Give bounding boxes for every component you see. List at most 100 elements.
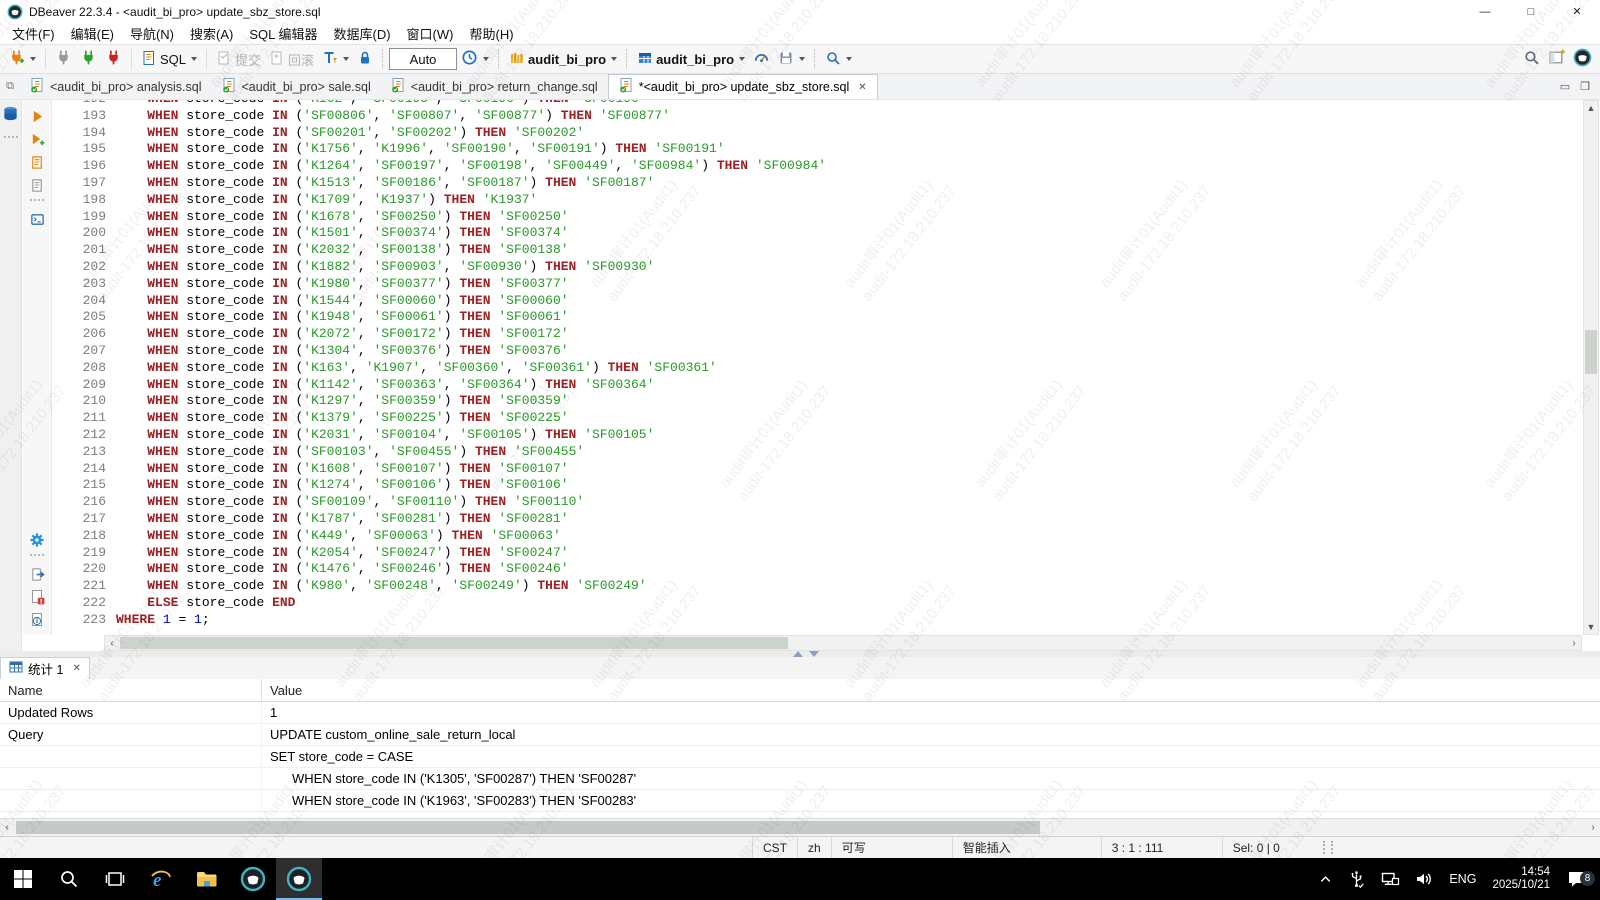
code-line[interactable]: 192 WHEN store_code IN ('K162', 'SF00195… <box>56 100 1582 108</box>
taskbar-search-icon[interactable] <box>46 858 92 900</box>
code-line[interactable]: 198 WHEN store_code IN ('K1709', 'K1937'… <box>56 192 1582 209</box>
usb-tray-icon[interactable] <box>1340 870 1373 889</box>
scroll-down-icon[interactable]: ▼ <box>1584 620 1598 634</box>
dbeaver-taskbar-icon[interactable] <box>230 858 276 900</box>
code-line[interactable]: 217 WHEN store_code IN ('K1787', 'SF0028… <box>56 511 1582 528</box>
code-line[interactable]: 206 WHEN store_code IN ('K2072', 'SF0017… <box>56 326 1582 343</box>
minimize-view-icon[interactable]: ▭ <box>1560 80 1570 93</box>
code-line[interactable]: 215 WHEN store_code IN ('K1274', 'SF0010… <box>56 477 1582 494</box>
results-horizontal-scrollbar[interactable]: ‹ › <box>0 818 1600 836</box>
code-line[interactable]: 197 WHEN store_code IN ('K1513', 'SF0018… <box>56 175 1582 192</box>
volume-tray-icon[interactable] <box>1407 869 1441 889</box>
editor-area-icon[interactable]: ⧉ <box>0 74 20 99</box>
scroll-right-icon[interactable]: › <box>1567 636 1581 650</box>
code-line[interactable]: 219 WHEN store_code IN ('K2054', 'SF0024… <box>56 545 1582 562</box>
menu-item[interactable]: 搜索(A) <box>182 22 241 45</box>
code-line[interactable]: 196 WHEN store_code IN ('K1264', 'SF0019… <box>56 158 1582 175</box>
tray-clock[interactable]: 14:54 2025/10/21 <box>1484 866 1558 893</box>
result-row[interactable]: WHEN store_code IN ('K1963', 'SF00283') … <box>0 790 1600 812</box>
statistics-tab[interactable]: 统计 1 ✕ <box>0 657 90 679</box>
column-header-value[interactable]: Value <box>262 679 302 701</box>
code-line[interactable]: 193 WHEN store_code IN ('SF00806', 'SF00… <box>56 108 1582 125</box>
export-button[interactable] <box>774 48 809 71</box>
editor-horizontal-scrollbar[interactable]: ‹ › <box>104 635 1582 651</box>
open-perspective-icon[interactable] <box>1548 49 1565 69</box>
code-line[interactable]: 199 WHEN store_code IN ('K1678', 'SF0025… <box>56 209 1582 226</box>
dbeaver-perspective-icon[interactable] <box>1573 48 1592 70</box>
disconnect-button[interactable] <box>51 47 76 71</box>
code-line[interactable]: 223WHERE 1 = 1; <box>56 612 1582 629</box>
output-info-icon[interactable] <box>28 611 46 629</box>
close-button[interactable]: ✕ <box>1554 0 1600 23</box>
code-line[interactable]: 222 ELSE store_code END <box>56 595 1582 612</box>
database-navigator-icon[interactable] <box>2 105 19 128</box>
code-line[interactable]: 211 WHEN store_code IN ('K1379', 'SF0022… <box>56 410 1582 427</box>
dashboard-button[interactable] <box>749 47 774 71</box>
autocommit-input[interactable] <box>389 48 457 70</box>
code-line[interactable]: 209 WHEN store_code IN ('K1142', 'SF0036… <box>56 377 1582 394</box>
transaction-log-button[interactable] <box>457 47 493 71</box>
code-pane[interactable]: 192 WHEN store_code IN ('K162', 'SF00195… <box>56 100 1582 635</box>
code-line[interactable]: 207 WHEN store_code IN ('K1304', 'SF0037… <box>56 343 1582 360</box>
editor-vertical-scrollbar[interactable]: ▲ ▼ <box>1583 100 1599 635</box>
find-button[interactable] <box>821 48 856 71</box>
commit-button[interactable]: 提交 <box>212 48 265 71</box>
dbeaver-taskbar-icon-active[interactable] <box>276 858 322 900</box>
editor-tab[interactable]: <audit_bi_pro> sale.sql <box>212 74 381 99</box>
code-line[interactable]: 220 WHEN store_code IN ('K1476', 'SF0024… <box>56 561 1582 578</box>
network-tray-icon[interactable] <box>1373 869 1407 889</box>
code-line[interactable]: 218 WHEN store_code IN ('K449', 'SF00063… <box>56 528 1582 545</box>
column-header-name[interactable]: Name <box>0 679 262 701</box>
file-explorer-icon[interactable] <box>184 858 230 900</box>
notification-center-icon[interactable]: 8 <box>1558 868 1600 890</box>
scroll-left-icon[interactable]: ‹ <box>0 819 14 836</box>
new-connection-button[interactable] <box>4 47 40 71</box>
code-line[interactable]: 216 WHEN store_code IN ('SF00109', 'SF00… <box>56 494 1582 511</box>
menu-item[interactable]: 导航(N) <box>122 22 182 45</box>
code-line[interactable]: 201 WHEN store_code IN ('K2032', 'SF0013… <box>56 242 1582 259</box>
code-line[interactable]: 213 WHEN store_code IN ('SF00103', 'SF00… <box>56 444 1582 461</box>
maximize-view-icon[interactable]: ❒ <box>1580 80 1590 93</box>
result-row[interactable]: Updated Rows1 <box>0 702 1600 724</box>
explain-plan-icon[interactable] <box>28 176 46 194</box>
result-row[interactable]: SET store_code = CASE <box>0 746 1600 768</box>
horizontal-scroll-thumb[interactable] <box>16 821 1040 834</box>
menu-item[interactable]: 编辑(E) <box>63 22 122 45</box>
editor-tab[interactable]: <audit_bi_pro> return_change.sql <box>381 74 608 99</box>
result-row[interactable]: QueryUPDATE custom_online_sale_return_lo… <box>0 724 1600 746</box>
minimize-button[interactable]: — <box>1462 0 1508 23</box>
sql-editor-button[interactable]: SQL <box>137 48 201 71</box>
code-line[interactable]: 205 WHEN store_code IN ('K1948', 'SF0006… <box>56 309 1582 326</box>
menu-item[interactable]: 数据库(D) <box>326 22 399 45</box>
sql-console-icon[interactable] <box>28 210 46 228</box>
maximize-button[interactable]: □ <box>1508 0 1554 23</box>
menu-item[interactable]: 帮助(H) <box>461 22 521 45</box>
code-line[interactable]: 194 WHEN store_code IN ('SF00201', 'SF00… <box>56 125 1582 142</box>
execute-script-icon[interactable] <box>28 153 46 171</box>
scroll-up-icon[interactable]: ▲ <box>1584 101 1598 115</box>
code-line[interactable]: 203 WHEN store_code IN ('K1980', 'SF0037… <box>56 276 1582 293</box>
internet-explorer-icon[interactable]: e <box>138 858 184 900</box>
connection-selector[interactable]: audit_bi_pro <box>505 48 621 71</box>
invalidate-connection-button[interactable] <box>101 47 126 71</box>
menu-item[interactable]: 窗口(W) <box>399 22 462 45</box>
export-result-icon[interactable] <box>28 565 46 583</box>
menu-item[interactable]: SQL 编辑器 <box>241 22 325 45</box>
output-warning-icon[interactable] <box>28 588 46 606</box>
tray-chevron-up-icon[interactable] <box>1311 872 1340 887</box>
editor-tab[interactable]: *<audit_bi_pro> update_sbz_store.sql✕ <box>608 74 878 99</box>
code-line[interactable]: 200 WHEN store_code IN ('K1501', 'SF0037… <box>56 225 1582 242</box>
database-selector[interactable]: audit_bi_pro <box>633 48 749 71</box>
transaction-mode-button[interactable] <box>318 48 353 71</box>
start-button[interactable] <box>0 858 46 900</box>
reconnect-button[interactable] <box>76 47 101 71</box>
code-line[interactable]: 204 WHEN store_code IN ('K1544', 'SF0006… <box>56 293 1582 310</box>
code-line[interactable]: 210 WHEN store_code IN ('K1297', 'SF0035… <box>56 393 1582 410</box>
code-line[interactable]: 221 WHEN store_code IN ('K980', 'SF00248… <box>56 578 1582 595</box>
code-line[interactable]: 214 WHEN store_code IN ('K1608', 'SF0010… <box>56 461 1582 478</box>
scroll-left-icon[interactable]: ‹ <box>105 636 119 650</box>
code-line[interactable]: 212 WHEN store_code IN ('K2031', 'SF0010… <box>56 427 1582 444</box>
lock-button[interactable] <box>353 48 377 71</box>
execute-statement-icon[interactable] <box>28 107 46 125</box>
code-line[interactable]: 202 WHEN store_code IN ('K1882', 'SF0090… <box>56 259 1582 276</box>
